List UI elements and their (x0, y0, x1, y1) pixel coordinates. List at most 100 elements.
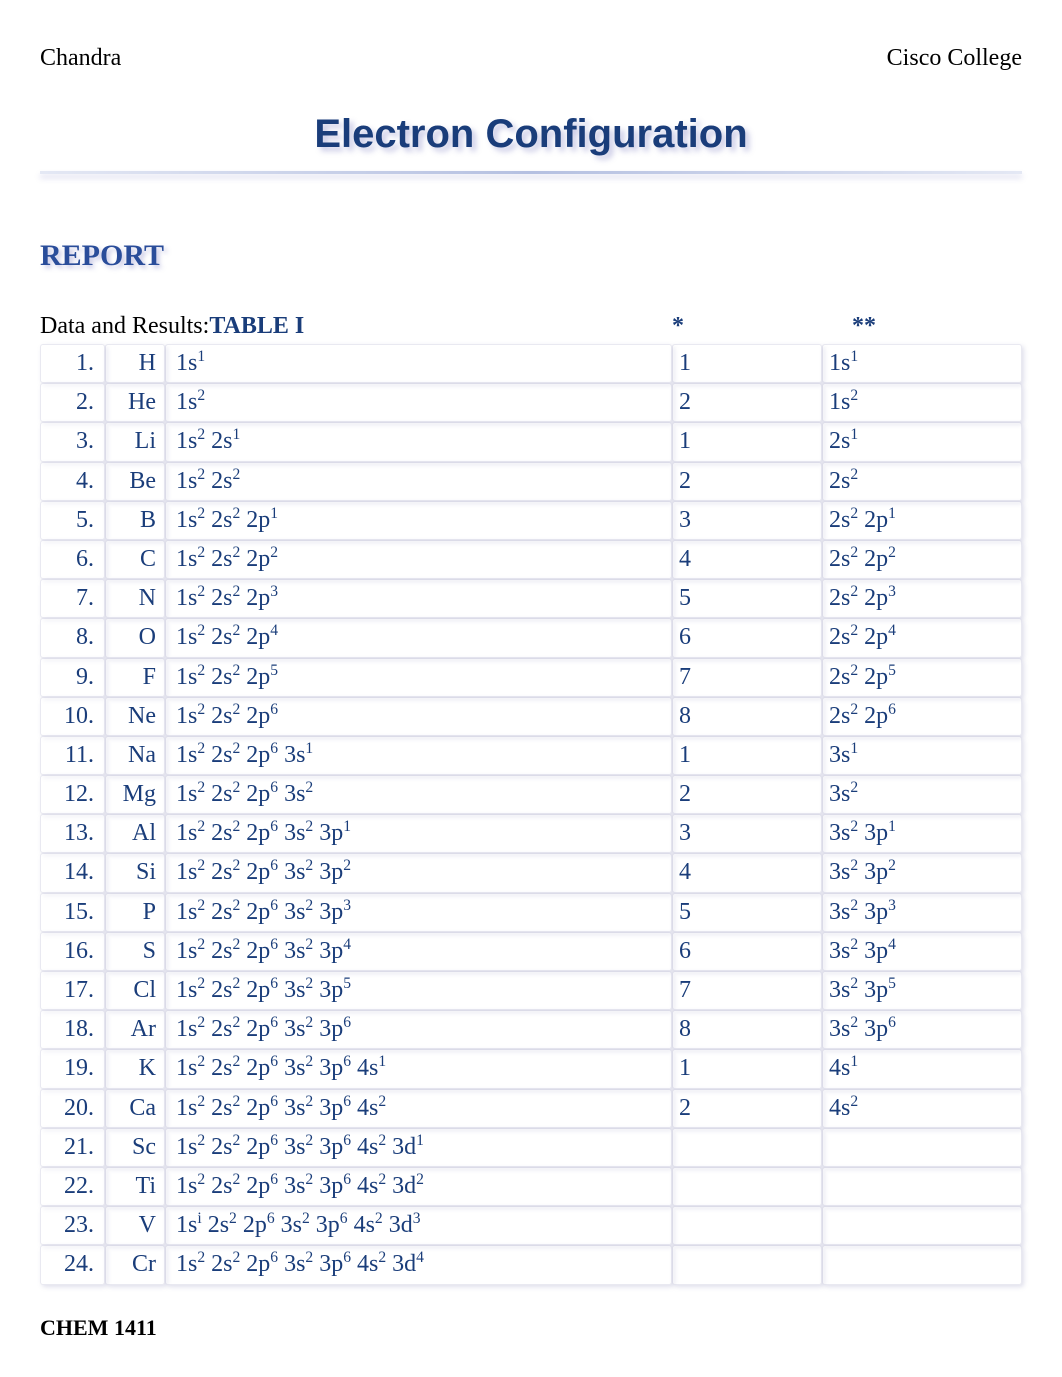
row-number: 12. (40, 775, 105, 814)
results-header: Data and Results: TABLE I * ** (40, 313, 1022, 340)
electron-configuration: 1s2 2s2 2p6 3s2 3p1 (165, 814, 672, 853)
element-symbol: Ti (105, 1167, 165, 1206)
electron-configuration: 1s2 2s2 2p6 3s2 3p6 4s2 3d1 (165, 1128, 672, 1167)
results-label: Data and Results: (40, 313, 209, 340)
row-number: 2. (40, 383, 105, 422)
element-symbol: Ne (105, 697, 165, 736)
star2-value: 2s2 2p4 (822, 618, 1022, 657)
table-row: 6.C1s2 2s2 2p242s2 2p2 (40, 540, 1022, 579)
row-number: 10. (40, 697, 105, 736)
star2-value: 3s2 3p4 (822, 932, 1022, 971)
table-row: 5.B1s2 2s2 2p132s2 2p1 (40, 501, 1022, 540)
electron-configuration: 1s2 2s2 2p6 3s1 (165, 736, 672, 775)
row-number: 17. (40, 971, 105, 1010)
section-heading: REPORT (40, 239, 1022, 273)
element-symbol: V (105, 1206, 165, 1245)
table-row: 21.Sc1s2 2s2 2p6 3s2 3p6 4s2 3d1 (40, 1128, 1022, 1167)
electron-configuration: 1s2 (165, 383, 672, 422)
star1-value: 3 (672, 814, 822, 853)
element-symbol: K (105, 1049, 165, 1088)
table-row: 24.Cr1s2 2s2 2p6 3s2 3p6 4s2 3d4 (40, 1245, 1022, 1284)
star2-value: 3s2 3p1 (822, 814, 1022, 853)
row-number: 16. (40, 932, 105, 971)
star2-value: 2s2 2p3 (822, 579, 1022, 618)
element-symbol: Al (105, 814, 165, 853)
element-symbol: Cr (105, 1245, 165, 1284)
star2-value: 1s2 (822, 383, 1022, 422)
star2-value: 3s2 3p3 (822, 893, 1022, 932)
element-symbol: P (105, 893, 165, 932)
row-number: 8. (40, 618, 105, 657)
star1-value: 3 (672, 501, 822, 540)
row-number: 4. (40, 462, 105, 501)
row-number: 23. (40, 1206, 105, 1245)
header-right: Cisco College (887, 45, 1022, 72)
table-row: 13.Al1s2 2s2 2p6 3s2 3p133s2 3p1 (40, 814, 1022, 853)
table-row: 23.V1si 2s2 2p6 3s2 3p6 4s2 3d3 (40, 1206, 1022, 1245)
row-number: 11. (40, 736, 105, 775)
electron-configuration: 1s2 2s2 2p6 3s2 (165, 775, 672, 814)
row-number: 5. (40, 501, 105, 540)
electron-configuration: 1s2 2s2 2p5 (165, 658, 672, 697)
table-row: 1.H1s111s1 (40, 344, 1022, 383)
table-row: 4.Be1s2 2s222s2 (40, 462, 1022, 501)
star1-header: * (672, 313, 822, 340)
element-symbol: O (105, 618, 165, 657)
row-number: 22. (40, 1167, 105, 1206)
star1-value: 1 (672, 1049, 822, 1088)
star2-value: 3s2 3p5 (822, 971, 1022, 1010)
element-symbol: F (105, 658, 165, 697)
electron-configuration: 1s1 (165, 344, 672, 383)
electron-configuration: 1s2 2s2 2p6 3s2 3p6 4s2 3d4 (165, 1245, 672, 1284)
element-symbol: Ca (105, 1089, 165, 1128)
table-row: 8.O1s2 2s2 2p462s2 2p4 (40, 618, 1022, 657)
row-number: 13. (40, 814, 105, 853)
row-number: 21. (40, 1128, 105, 1167)
star1-value: 7 (672, 971, 822, 1010)
star1-value: 1 (672, 344, 822, 383)
element-symbol: Na (105, 736, 165, 775)
table-row: 19.K1s2 2s2 2p6 3s2 3p6 4s114s1 (40, 1049, 1022, 1088)
electron-configuration: 1s2 2s2 2p6 3s2 3p3 (165, 893, 672, 932)
star1-value: 4 (672, 853, 822, 892)
element-symbol: N (105, 579, 165, 618)
element-symbol: H (105, 344, 165, 383)
electron-configuration: 1s2 2s1 (165, 422, 672, 461)
page-header: Chandra Cisco College (40, 45, 1022, 72)
header-left: Chandra (40, 45, 121, 72)
table-row: 22.Ti1s2 2s2 2p6 3s2 3p6 4s2 3d2 (40, 1167, 1022, 1206)
electron-configuration: 1s2 2s2 2p3 (165, 579, 672, 618)
row-number: 6. (40, 540, 105, 579)
star2-value: 3s2 (822, 775, 1022, 814)
star1-value (672, 1167, 822, 1206)
star2-value: 2s2 (822, 462, 1022, 501)
table-label: TABLE I (209, 313, 304, 340)
element-symbol: Sc (105, 1128, 165, 1167)
star2-value: 2s2 2p6 (822, 697, 1022, 736)
row-number: 24. (40, 1245, 105, 1284)
star2-value: 4s2 (822, 1089, 1022, 1128)
table-row: 12.Mg1s2 2s2 2p6 3s223s2 (40, 775, 1022, 814)
table-row: 3.Li1s2 2s112s1 (40, 422, 1022, 461)
star1-value: 5 (672, 893, 822, 932)
table-row: 11.Na1s2 2s2 2p6 3s113s1 (40, 736, 1022, 775)
row-number: 3. (40, 422, 105, 461)
star2-value: 2s1 (822, 422, 1022, 461)
star2-value (822, 1167, 1022, 1206)
star2-value: 2s2 2p5 (822, 658, 1022, 697)
row-number: 9. (40, 658, 105, 697)
page-title: Electron Configuration (40, 112, 1022, 157)
electron-configuration: 1s2 2s2 2p2 (165, 540, 672, 579)
row-number: 7. (40, 579, 105, 618)
star2-value: 2s2 2p1 (822, 501, 1022, 540)
star1-value: 8 (672, 1010, 822, 1049)
star1-value: 1 (672, 422, 822, 461)
star1-value: 4 (672, 540, 822, 579)
page-footer: CHEM 1411 (40, 1315, 1022, 1341)
element-symbol: S (105, 932, 165, 971)
star2-value: 2s2 2p2 (822, 540, 1022, 579)
star1-value: 8 (672, 697, 822, 736)
table-row: 20.Ca1s2 2s2 2p6 3s2 3p6 4s224s2 (40, 1089, 1022, 1128)
star2-value (822, 1245, 1022, 1284)
element-symbol: Mg (105, 775, 165, 814)
